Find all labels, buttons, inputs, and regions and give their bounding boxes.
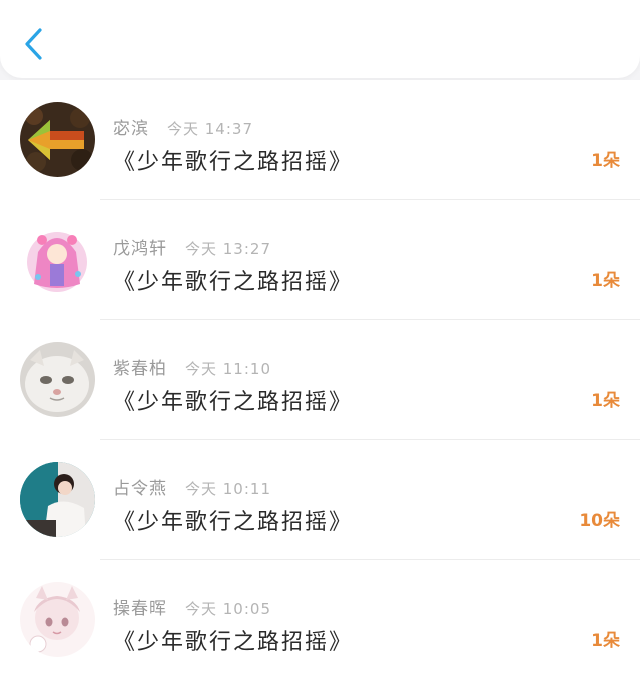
gift-amount: 1朵 — [591, 271, 620, 291]
list-item[interactable]: 戊鸿轩 今天 13:27 《少年歌行之路招摇》 1朵 — [0, 200, 640, 320]
book-title: 《少年歌行之路招摇》 — [113, 510, 354, 535]
back-button[interactable] — [18, 24, 48, 64]
chevron-left-icon — [25, 28, 42, 60]
avatar — [20, 222, 95, 297]
list-item[interactable]: 紫春柏 今天 11:10 《少年歌行之路招摇》 1朵 — [0, 320, 640, 440]
record-meta: 占令燕 今天 10:11 — [113, 474, 271, 499]
list-item[interactable]: 操春晖 今天 10:05 《少年歌行之路招摇》 1朵 — [0, 560, 640, 680]
user-name: 占令燕 — [113, 479, 167, 499]
gift-amount: 1朵 — [591, 151, 620, 171]
gift-amount: 1朵 — [591, 391, 620, 411]
book-title: 《少年歌行之路招摇》 — [113, 270, 354, 295]
record-meta: 戊鸿轩 今天 13:27 — [113, 234, 271, 259]
timestamp: 今天 11:10 — [185, 360, 271, 378]
timestamp: 今天 14:37 — [167, 120, 253, 138]
list-item[interactable]: 占令燕 今天 10:11 《少年歌行之路招摇》 10朵 — [0, 440, 640, 560]
book-title: 《少年歌行之路招摇》 — [113, 150, 354, 175]
record-meta: 紫春柏 今天 11:10 — [113, 354, 271, 379]
avatar — [20, 102, 95, 177]
user-name: 戊鸿轩 — [113, 239, 167, 259]
timestamp: 今天 10:05 — [185, 600, 271, 618]
avatar — [20, 462, 95, 537]
timestamp: 今天 13:27 — [185, 240, 271, 258]
user-name: 宓滨 — [113, 119, 149, 139]
avatar — [20, 342, 95, 417]
user-name: 紫春柏 — [113, 359, 167, 379]
user-name: 操春晖 — [113, 599, 167, 619]
gift-amount: 1朵 — [591, 631, 620, 651]
book-title: 《少年歌行之路招摇》 — [113, 390, 354, 415]
gift-record-list: 宓滨 今天 14:37 《少年歌行之路招摇》 1朵 戊鸿轩 今天 13:27 《… — [0, 80, 640, 680]
avatar — [20, 582, 95, 657]
timestamp: 今天 10:11 — [185, 480, 271, 498]
list-item[interactable]: 宓滨 今天 14:37 《少年歌行之路招摇》 1朵 — [0, 80, 640, 200]
book-title: 《少年歌行之路招摇》 — [113, 630, 354, 655]
top-bar — [0, 0, 640, 78]
record-meta: 宓滨 今天 14:37 — [113, 114, 253, 139]
gift-amount: 10朵 — [579, 511, 620, 531]
record-meta: 操春晖 今天 10:05 — [113, 594, 271, 619]
